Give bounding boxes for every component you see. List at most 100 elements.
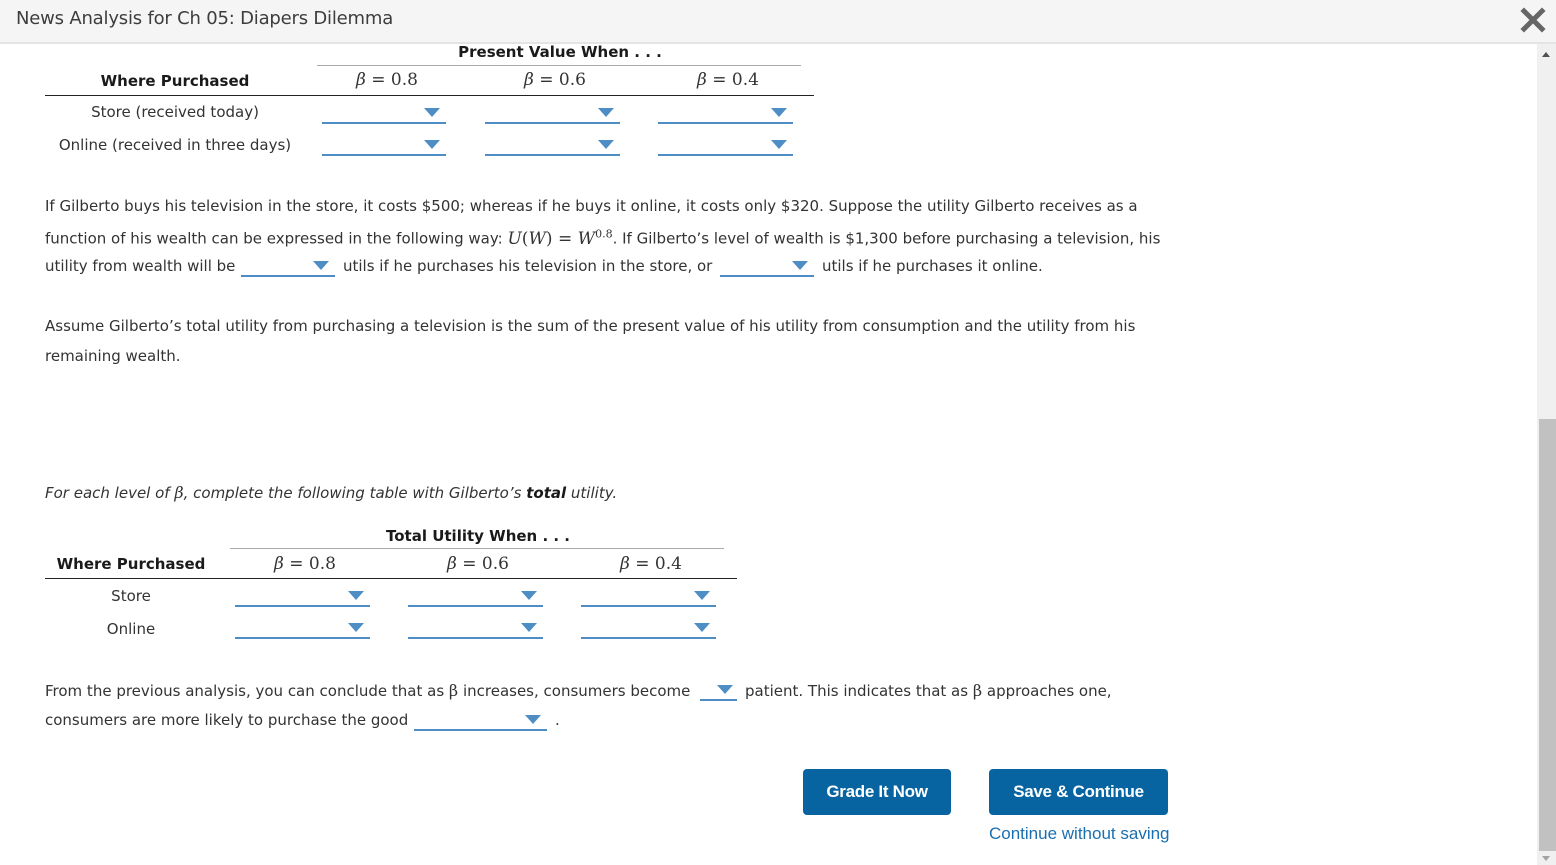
vertical-scrollbar[interactable]: [1537, 44, 1556, 865]
dropdown-caret-icon: [771, 108, 787, 117]
save-and-continue-button[interactable]: Save & Continue: [989, 769, 1168, 815]
conclusion-line1-post-text: patient. This indicates that as: [745, 682, 969, 700]
close-button[interactable]: [1519, 6, 1547, 34]
dropdown-caret-icon: [521, 591, 537, 600]
table-instruction: For each level of β, complete the follow…: [45, 483, 617, 502]
instruction-pre: For each level of: [45, 484, 170, 502]
conclusion-line1-mid: increases, consumers become: [462, 682, 691, 700]
patience-dropdown[interactable]: [700, 681, 737, 701]
tu-col-header-0.4: β = 0.4: [581, 554, 721, 574]
pv-col-value: = 0.4: [712, 70, 759, 90]
dropdown-caret-icon: [348, 623, 364, 632]
conclusion-line2-period: .: [555, 711, 560, 729]
tu-header-rule: [45, 578, 737, 579]
purchase-timing-dropdown[interactable]: [414, 711, 547, 731]
tu-col-header-0.6: β = 0.6: [408, 554, 548, 574]
paragraph1-line2: function of his wealth can be expressed …: [45, 227, 1160, 249]
dropdown-caret-icon: [792, 261, 808, 270]
formula-u: U: [507, 228, 522, 249]
pv-row-label-store: Store (received today): [91, 103, 259, 121]
instruction-post: utility.: [570, 484, 618, 502]
formula-equals: ) =: [545, 228, 573, 249]
tu-store-beta-0.6-dropdown[interactable]: [408, 587, 543, 607]
paragraph1-line3-mid: utils if he purchases his television in …: [343, 257, 713, 275]
beta-symbol: β: [356, 70, 366, 90]
pv-store-beta-0.8-dropdown[interactable]: [322, 104, 446, 124]
beta-symbol: β: [448, 681, 459, 700]
pv-col-header-0.8: β = 0.8: [317, 70, 457, 90]
tu-row-label-store: Store: [111, 587, 151, 605]
dropdown-caret-icon: [348, 591, 364, 600]
dropdown-caret-icon: [525, 715, 541, 724]
dropdown-caret-icon: [313, 261, 329, 270]
conclusion-line1-text: From the previous analysis, you can conc…: [45, 682, 445, 700]
beta-symbol: β: [697, 70, 707, 90]
pv-col-header-0.4: β = 0.4: [658, 70, 798, 90]
dropdown-caret-icon: [694, 591, 710, 600]
conclusion-line2-pre: consumers are more likely to purchase th…: [45, 711, 409, 729]
instruction-mid: , complete the following table with Gilb…: [183, 484, 522, 502]
beta-symbol: β: [174, 483, 184, 502]
tu-col-value: = 0.8: [289, 554, 336, 574]
formula-exponent: 0.8: [595, 227, 613, 240]
paragraph1-line3-pre: utility from wealth will be: [45, 257, 236, 275]
store-wealth-utility-dropdown[interactable]: [241, 257, 335, 277]
dropdown-caret-icon: [598, 108, 614, 117]
online-wealth-utility-dropdown[interactable]: [720, 257, 814, 277]
conclusion-line1-post: patient. This indicates that as β approa…: [745, 681, 1112, 700]
paragraph2-line2: remaining wealth.: [45, 347, 181, 365]
tu-online-beta-0.6-dropdown[interactable]: [408, 619, 543, 639]
tu-row-header: Where Purchased: [56, 555, 206, 573]
formula-base: W: [577, 228, 596, 249]
paragraph1-line3-post: utils if he purchases it online.: [822, 257, 1043, 275]
continue-without-saving-link[interactable]: Continue without saving: [989, 824, 1170, 844]
dropdown-caret-icon: [424, 108, 440, 117]
beta-symbol: β: [620, 554, 630, 574]
pv-row-header: Where Purchased: [100, 72, 250, 90]
beta-symbol: β: [972, 681, 983, 700]
pv-store-beta-0.4-dropdown[interactable]: [658, 104, 793, 124]
scrollbar-thumb[interactable]: [1539, 419, 1556, 851]
dropdown-caret-icon: [424, 140, 440, 149]
formula-w: W: [528, 228, 546, 249]
pv-col-value: = 0.8: [371, 70, 418, 90]
tu-col-value: = 0.4: [635, 554, 682, 574]
tu-row-label-online: Online: [106, 620, 156, 638]
pv-group-rule: [317, 65, 801, 66]
dropdown-caret-icon: [694, 623, 710, 632]
dropdown-caret-icon: [598, 140, 614, 149]
pv-row-label-online: Online (received in three days): [58, 136, 292, 154]
tu-store-beta-0.4-dropdown[interactable]: [581, 587, 716, 607]
tu-online-beta-0.4-dropdown[interactable]: [581, 619, 716, 639]
pv-online-beta-0.6-dropdown[interactable]: [485, 136, 620, 156]
pv-online-beta-0.8-dropdown[interactable]: [322, 136, 446, 156]
dropdown-caret-icon: [521, 623, 537, 632]
dropdown-caret-icon: [771, 140, 787, 149]
beta-symbol: β: [524, 70, 534, 90]
close-x-icon: [1520, 7, 1546, 33]
scroll-down-arrow-icon[interactable]: [1542, 856, 1550, 861]
pv-col-header-0.6: β = 0.6: [485, 70, 625, 90]
instruction-bold: total: [526, 484, 567, 502]
conclusion-line1-pre: From the previous analysis, you can conc…: [45, 681, 690, 700]
tu-col-value: = 0.6: [462, 554, 509, 574]
pv-col-value: = 0.6: [539, 70, 586, 90]
tu-online-beta-0.8-dropdown[interactable]: [235, 619, 370, 639]
tu-store-beta-0.8-dropdown[interactable]: [235, 587, 370, 607]
beta-symbol: β: [447, 554, 457, 574]
paragraph1-line2-text: function of his wealth can be expressed …: [45, 229, 503, 248]
tu-col-header-0.8: β = 0.8: [235, 554, 375, 574]
tu-group-header: Total Utility When . . .: [386, 527, 570, 545]
scroll-up-arrow-icon[interactable]: [1542, 52, 1550, 57]
pv-group-header: Present Value When . . .: [458, 43, 662, 61]
pv-store-beta-0.6-dropdown[interactable]: [485, 104, 620, 124]
conclusion-line1-post-tail: approaches one,: [986, 682, 1112, 700]
utility-formula: U(W) = W0.8: [507, 227, 613, 249]
beta-symbol: β: [274, 554, 284, 574]
window-title: News Analysis for Ch 05: Diapers Dilemma: [16, 8, 394, 29]
grade-it-now-button[interactable]: Grade It Now: [803, 769, 951, 815]
title-bar: News Analysis for Ch 05: Diapers Dilemma: [0, 0, 1556, 44]
tu-group-rule: [230, 548, 724, 549]
paragraph1-line1: If Gilberto buys his television in the s…: [45, 197, 1138, 215]
pv-online-beta-0.4-dropdown[interactable]: [658, 136, 793, 156]
